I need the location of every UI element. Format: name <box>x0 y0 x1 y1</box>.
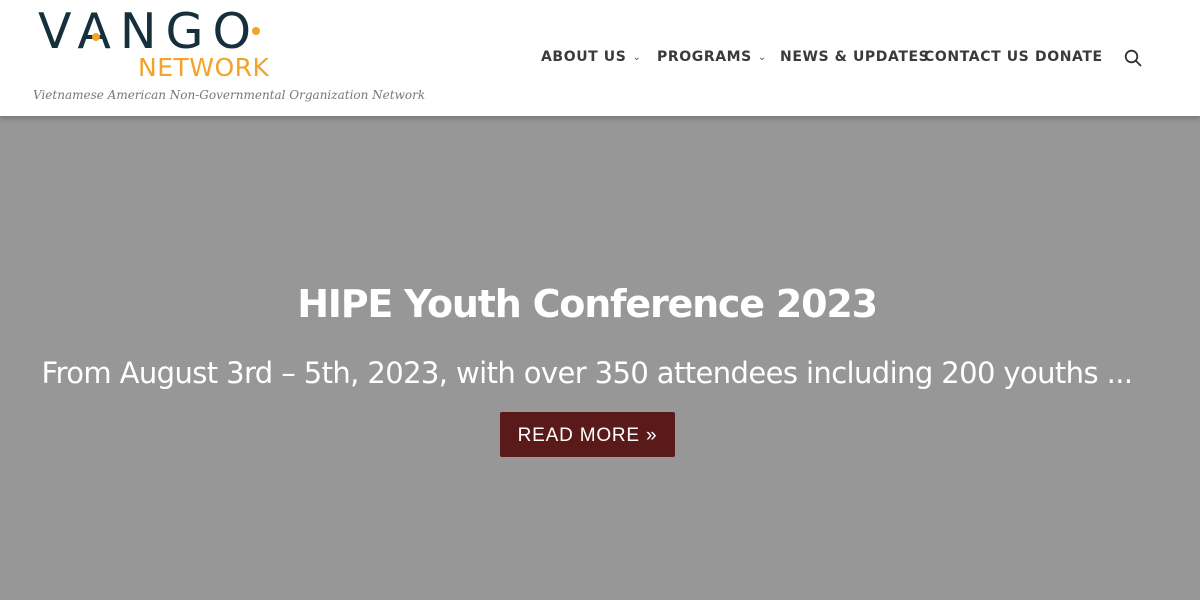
hero-slider: HIPE Youth Conference 2023 From August 3… <box>0 116 1200 600</box>
nav-donate-label: DONATE <box>1035 49 1103 65</box>
logo-wordmark: VANGO <box>38 3 261 60</box>
nav-contact-us[interactable]: CONTACT US <box>924 48 1029 66</box>
site-tagline: Vietnamese American Non-Governmental Org… <box>33 88 426 102</box>
read-more-button[interactable]: READ MORE » <box>500 412 675 457</box>
nav-about-us-label: ABOUT US <box>541 49 627 65</box>
nav-news-updates-label: NEWS & UPDATES <box>780 49 930 65</box>
nav-about-us[interactable]: ABOUT US ⌄ <box>541 48 641 67</box>
chevron-down-icon: ⌄ <box>757 52 767 63</box>
hero-title: HIPE Youth Conference 2023 <box>297 282 878 326</box>
logo-dot-o <box>252 27 260 35</box>
chevron-down-icon: ⌄ <box>632 52 642 63</box>
nav-programs-label: PROGRAMS <box>657 49 752 65</box>
nav-donate[interactable]: DONATE <box>1035 48 1103 66</box>
logo-network-text: NETWORK <box>138 53 270 82</box>
nav-news-updates[interactable]: NEWS & UPDATES <box>780 48 929 66</box>
logo-dot-a <box>92 33 100 41</box>
search-icon[interactable] <box>1124 49 1142 67</box>
site-logo[interactable]: VANGO NETWORK <box>38 6 298 86</box>
hero-subtitle: From August 3rd – 5th, 2023, with over 3… <box>41 356 1133 390</box>
site-header: VANGO NETWORK Vietnamese American Non-Go… <box>0 0 1200 116</box>
nav-contact-us-label: CONTACT US <box>924 49 1030 65</box>
nav-programs[interactable]: PROGRAMS ⌄ <box>657 48 767 67</box>
